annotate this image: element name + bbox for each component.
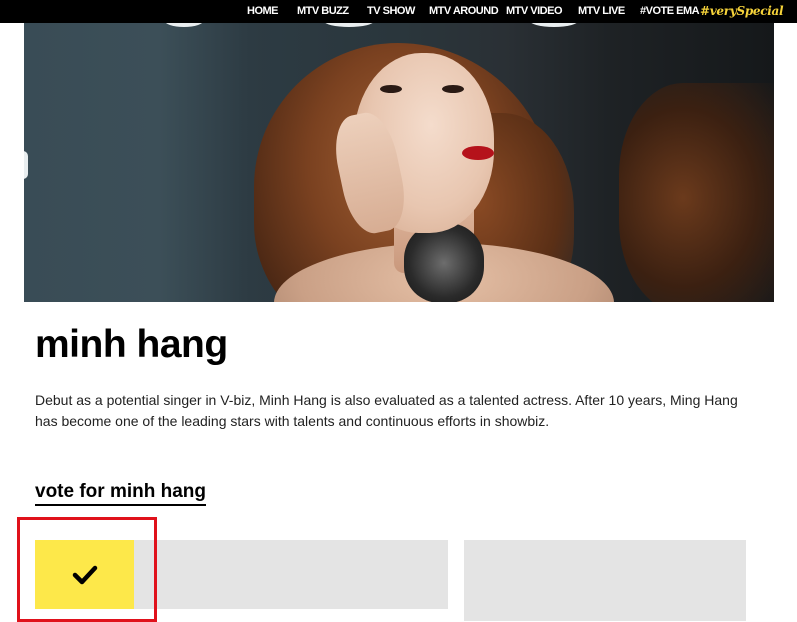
nav-mtv-around[interactable]: MTV AROUND xyxy=(429,0,499,23)
nav-home[interactable]: HOME xyxy=(247,0,279,23)
lips xyxy=(462,146,494,160)
nav-mtv-video[interactable]: MTV VIDEO xyxy=(506,0,563,23)
artist-hero-photo xyxy=(24,23,774,302)
vote-option-card-secondary[interactable] xyxy=(464,540,746,621)
mirror-light xyxy=(24,151,28,179)
checkmark-icon xyxy=(72,565,97,584)
mirror-light xyxy=(324,23,374,27)
mirror-reflection xyxy=(619,83,774,302)
nav-mtv-live[interactable]: MTV LIVE xyxy=(578,0,625,23)
mirror-light xyxy=(529,23,579,27)
nav-very-special[interactable]: #verySpecial xyxy=(700,0,784,23)
left-eye xyxy=(380,85,402,93)
vote-heading-link[interactable]: vote for minh hang xyxy=(35,481,206,506)
nav-vote-ema[interactable]: #VOTE EMA xyxy=(640,0,700,23)
artist-description: Debut as a potential singer in V-biz, Mi… xyxy=(35,392,738,429)
vote-check-button[interactable] xyxy=(35,540,134,609)
nav-mtv-buzz[interactable]: MTV BUZZ xyxy=(297,0,349,23)
top-navigation-bar: HOME MTV BUZZ TV SHOW MTV AROUND MTV VID… xyxy=(0,0,797,23)
mirror-light xyxy=(164,23,204,27)
necklace xyxy=(404,223,484,302)
right-eye xyxy=(442,85,464,93)
nav-tv-show[interactable]: TV SHOW xyxy=(367,0,415,23)
artist-name-title: minh hang xyxy=(35,323,228,366)
